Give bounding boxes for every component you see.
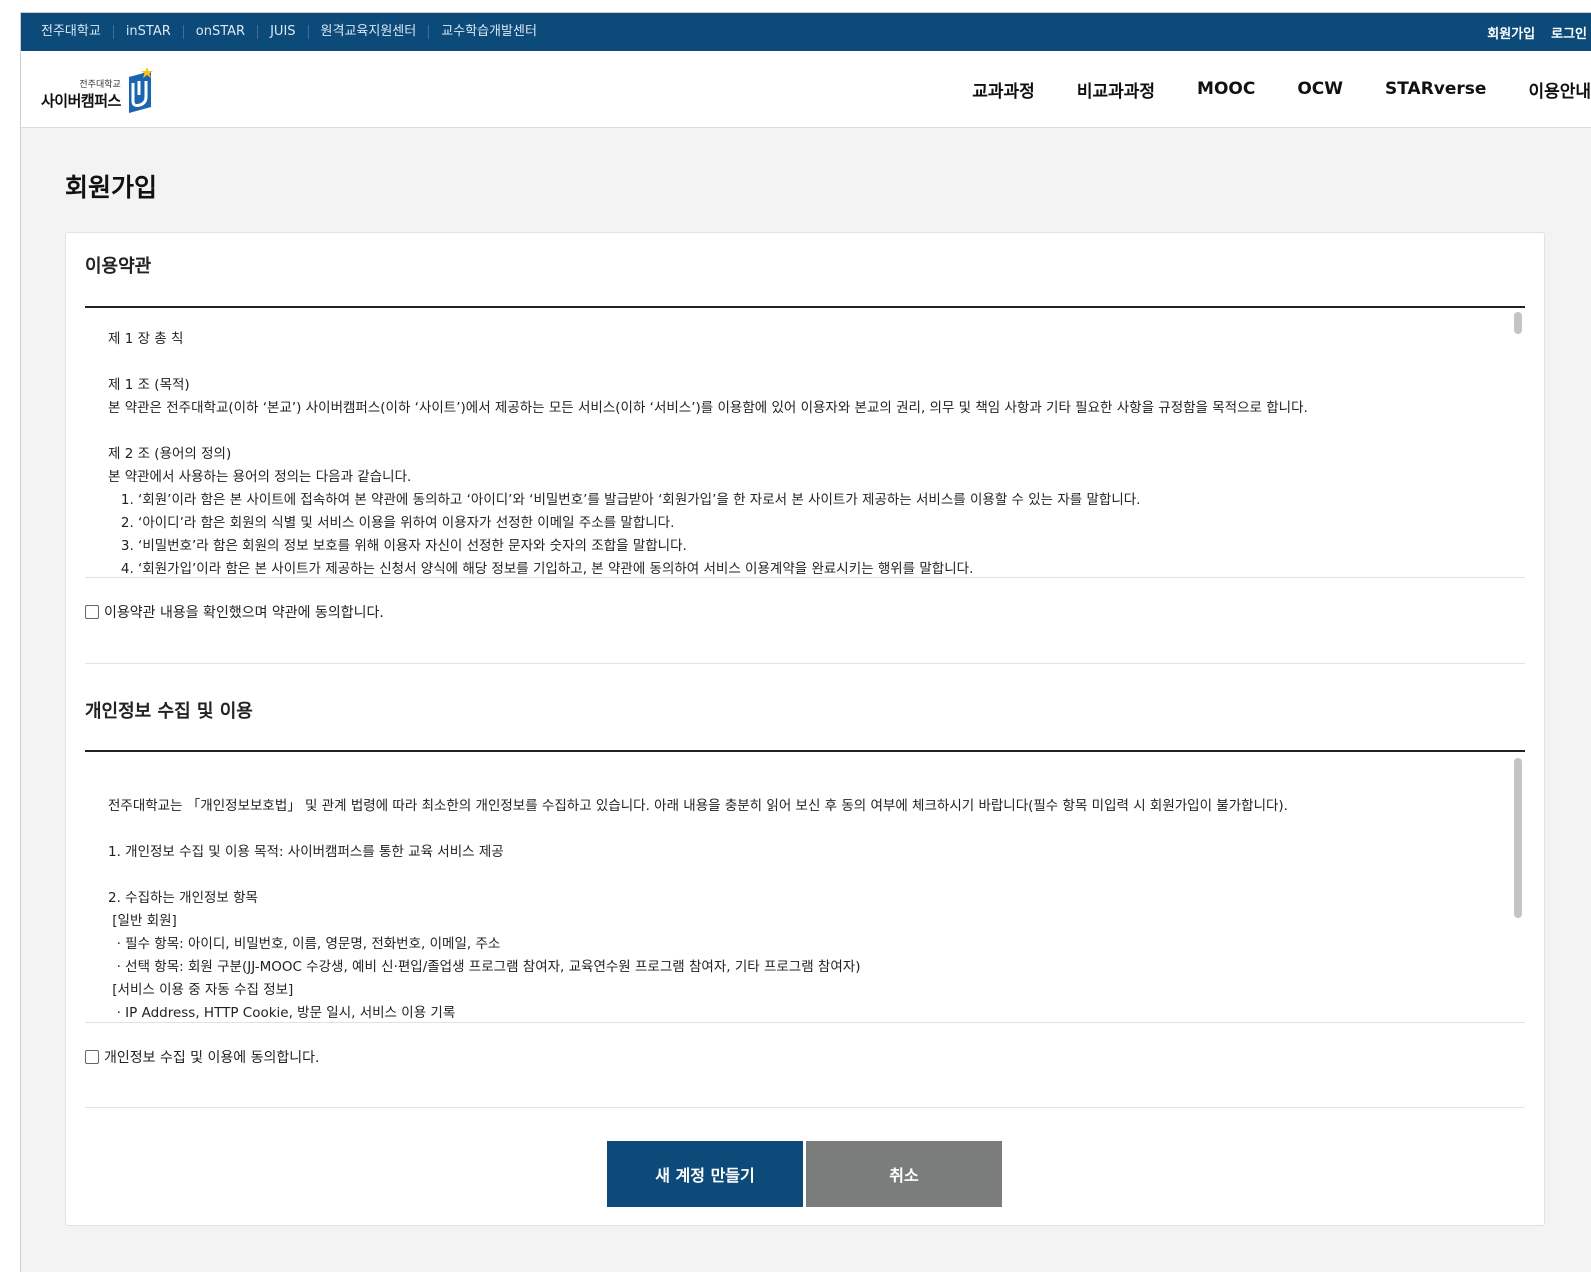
- terms-text-line: 본 약관은 전주대학교(이하 ‘본교’) 사이버캠퍼스(이하 ‘사이트’)에서 …: [108, 400, 1308, 416]
- page-title: 회원가입: [65, 173, 158, 202]
- site-header: 전주대학교 사이버캠퍼스 교과과정 비교과과정 MOOC OCW STARver…: [21, 51, 1591, 128]
- link-remote-education-center[interactable]: 원격교육지원센터: [309, 25, 430, 39]
- create-account-button[interactable]: 새 계정 만들기: [607, 1141, 803, 1207]
- privacy-scroll-thumb[interactable]: [1514, 758, 1522, 918]
- site-logo[interactable]: 전주대학교 사이버캠퍼스: [41, 67, 155, 113]
- terms-text-line: [108, 351, 1485, 374]
- logo-text: 전주대학교 사이버캠퍼스: [41, 77, 121, 111]
- privacy-text-line: · 선택 항목: 회원 구분(JJ-MOOC 수강생, 예비 신·편입/졸업생 …: [108, 959, 861, 975]
- privacy-text-line: · 필수 항목: 아이디, 비밀번호, 이름, 영문명, 전화번호, 이메일, …: [108, 936, 501, 952]
- terms-text-line: 제 1 조 (목적): [108, 377, 190, 393]
- family-site-links: 전주대학교 inSTAR onSTAR JUIS 원격교육지원센터 교수학습개발…: [41, 25, 549, 39]
- terms-agree-row[interactable]: 이용약관 내용을 확인했으며 약관에 동의합니다.: [85, 602, 384, 622]
- terms-agree-checkbox[interactable]: [85, 605, 99, 619]
- section-divider: [85, 1107, 1525, 1108]
- terms-text-line: 1. ‘회원’이라 함은 본 사이트에 접속하여 본 약관에 동의하고 ‘아이디…: [108, 492, 1141, 508]
- privacy-text-line: 2. 수집하는 개인정보 항목: [108, 890, 258, 906]
- privacy-title: 개인정보 수집 및 이용: [85, 701, 253, 722]
- terms-text-line: 제 2 조 (용어의 정의): [108, 446, 232, 462]
- privacy-text-line: [108, 818, 1485, 841]
- terms-text-line: 본 약관에서 사용하는 용어의 정의는 다음과 같습니다.: [108, 469, 412, 485]
- link-instar[interactable]: inSTAR: [114, 25, 184, 39]
- section-divider: [85, 663, 1525, 664]
- signup-form-card: 이용약관 제 1 장 총 칙 제 1 조 (목적) 본 약관은 전주대학교(이하 …: [65, 232, 1545, 1226]
- privacy-text-line: [108, 772, 1485, 795]
- privacy-agree-checkbox[interactable]: [85, 1050, 99, 1064]
- nav-extracurricular[interactable]: 비교과과정: [1077, 77, 1155, 102]
- privacy-content: 전주대학교는 「개인정보보호법」 및 관계 법령에 따라 최소한의 개인정보를 …: [85, 752, 1525, 1022]
- terms-scroll-thumb[interactable]: [1514, 312, 1522, 334]
- privacy-text-line: · IP Address, HTTP Cookie, 방문 일시, 서비스 이용…: [108, 1005, 456, 1021]
- nav-guide[interactable]: 이용안내: [1528, 77, 1591, 102]
- terms-agree-label: 이용약관 내용을 확인했으며 약관에 동의합니다.: [104, 605, 384, 621]
- terms-title: 이용약관: [85, 256, 152, 277]
- link-teaching-learning-center[interactable]: 교수학습개발센터: [429, 25, 549, 39]
- signup-link[interactable]: 회원가입: [1487, 23, 1535, 42]
- privacy-text-line: [108, 864, 1485, 887]
- link-jeonju-university[interactable]: 전주대학교: [41, 25, 114, 39]
- privacy-agree-row[interactable]: 개인정보 수집 및 이용에 동의합니다.: [85, 1047, 319, 1067]
- nav-ocw[interactable]: OCW: [1297, 79, 1343, 99]
- privacy-scroll-box[interactable]: 전주대학교는 「개인정보보호법」 및 관계 법령에 따라 최소한의 개인정보를 …: [85, 750, 1525, 1023]
- nav-curriculum[interactable]: 교과과정: [972, 77, 1035, 102]
- privacy-text-line: 1. 개인정보 수집 및 이용 목적: 사이버캠퍼스를 통한 교육 서비스 제공: [108, 844, 504, 860]
- link-onstar[interactable]: onSTAR: [184, 25, 259, 39]
- terms-text-line: 4. ‘회원가입’이라 함은 본 사이트가 제공하는 신청서 양식에 해당 정보…: [108, 561, 974, 577]
- terms-scroll-box[interactable]: 제 1 장 총 칙 제 1 조 (목적) 본 약관은 전주대학교(이하 ‘본교’)…: [85, 306, 1525, 578]
- university-emblem-icon: [125, 67, 155, 113]
- logo-university-name: 전주대학교: [79, 80, 121, 90]
- cancel-button[interactable]: 취소: [806, 1141, 1002, 1207]
- terms-text-line: 제 1 장 총 칙: [108, 331, 184, 347]
- terms-scrollbar[interactable]: [1513, 310, 1523, 575]
- terms-text-line: 2. ‘아이디’라 함은 회원의 식별 및 서비스 이용을 위하여 이용자가 선…: [108, 515, 675, 531]
- login-link[interactable]: 로그인: [1551, 23, 1587, 42]
- privacy-text-line: [일반 회원]: [108, 913, 177, 929]
- terms-text-line: [108, 420, 1485, 443]
- main-nav: 교과과정 비교과과정 MOOC OCW STARverse 이용안내: [930, 51, 1591, 127]
- account-links: 회원가입 로그인: [1487, 23, 1591, 42]
- privacy-text-line: 전주대학교는 「개인정보보호법」 및 관계 법령에 따라 최소한의 개인정보를 …: [108, 798, 1288, 814]
- privacy-agree-label: 개인정보 수집 및 이용에 동의합니다.: [104, 1050, 320, 1066]
- logo-campus-name: 사이버캠퍼스: [41, 92, 121, 110]
- nav-starverse[interactable]: STARverse: [1385, 79, 1486, 99]
- browser-viewport: 전주대학교 inSTAR onSTAR JUIS 원격교육지원센터 교수학습개발…: [20, 12, 1591, 1272]
- utility-bar: 전주대학교 inSTAR onSTAR JUIS 원격교육지원센터 교수학습개발…: [21, 13, 1591, 51]
- privacy-text-line: [서비스 이용 중 자동 수집 정보]: [108, 982, 294, 998]
- terms-content: 제 1 장 총 칙 제 1 조 (목적) 본 약관은 전주대학교(이하 ‘본교’)…: [85, 308, 1525, 577]
- link-juis[interactable]: JUIS: [258, 25, 309, 39]
- terms-text-line: 3. ‘비밀번호’라 함은 회원의 정보 보호를 위해 이용자 자신이 선정한 …: [108, 538, 687, 554]
- nav-mooc[interactable]: MOOC: [1197, 79, 1255, 99]
- privacy-scrollbar[interactable]: [1513, 754, 1523, 1020]
